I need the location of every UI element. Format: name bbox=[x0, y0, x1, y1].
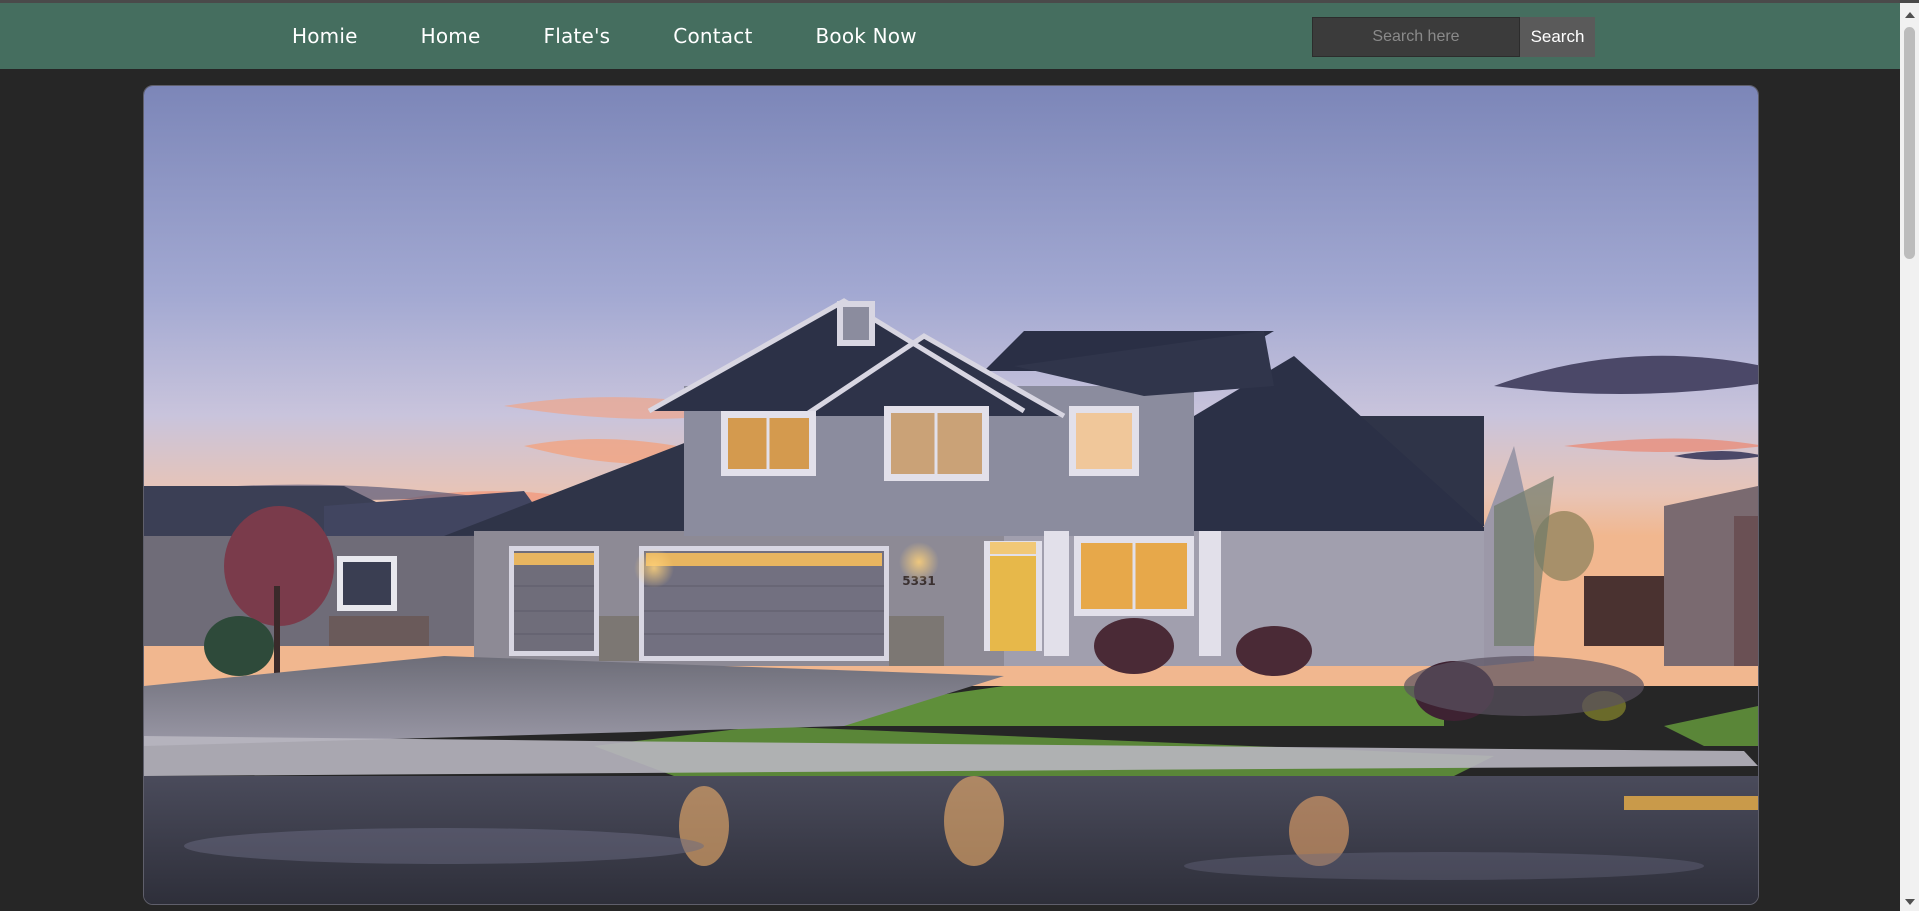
navbar: Homie Home Flate's Contact Book Now Sear… bbox=[0, 3, 1900, 69]
nav-link-home[interactable]: Home bbox=[421, 24, 481, 48]
vertical-scrollbar[interactable] bbox=[1900, 3, 1919, 911]
house-illustration: 5331 bbox=[144, 86, 1758, 904]
nav-link-flates[interactable]: Flate's bbox=[544, 24, 611, 48]
hero-house-image: 5331 bbox=[143, 85, 1759, 905]
search-box: Search bbox=[1312, 17, 1595, 57]
nav-links: Homie Home Flate's Contact Book Now bbox=[292, 3, 980, 69]
nav-link-homie[interactable]: Homie bbox=[292, 24, 358, 48]
scroll-down-arrow-icon[interactable] bbox=[1905, 899, 1915, 905]
scroll-up-arrow-icon[interactable] bbox=[1905, 12, 1915, 18]
nav-link-contact[interactable]: Contact bbox=[673, 24, 752, 48]
search-input[interactable] bbox=[1312, 17, 1520, 57]
scroll-thumb[interactable] bbox=[1904, 27, 1915, 259]
search-button[interactable]: Search bbox=[1520, 17, 1595, 57]
curb-marking bbox=[1624, 796, 1758, 810]
nav-link-book-now[interactable]: Book Now bbox=[816, 24, 917, 48]
